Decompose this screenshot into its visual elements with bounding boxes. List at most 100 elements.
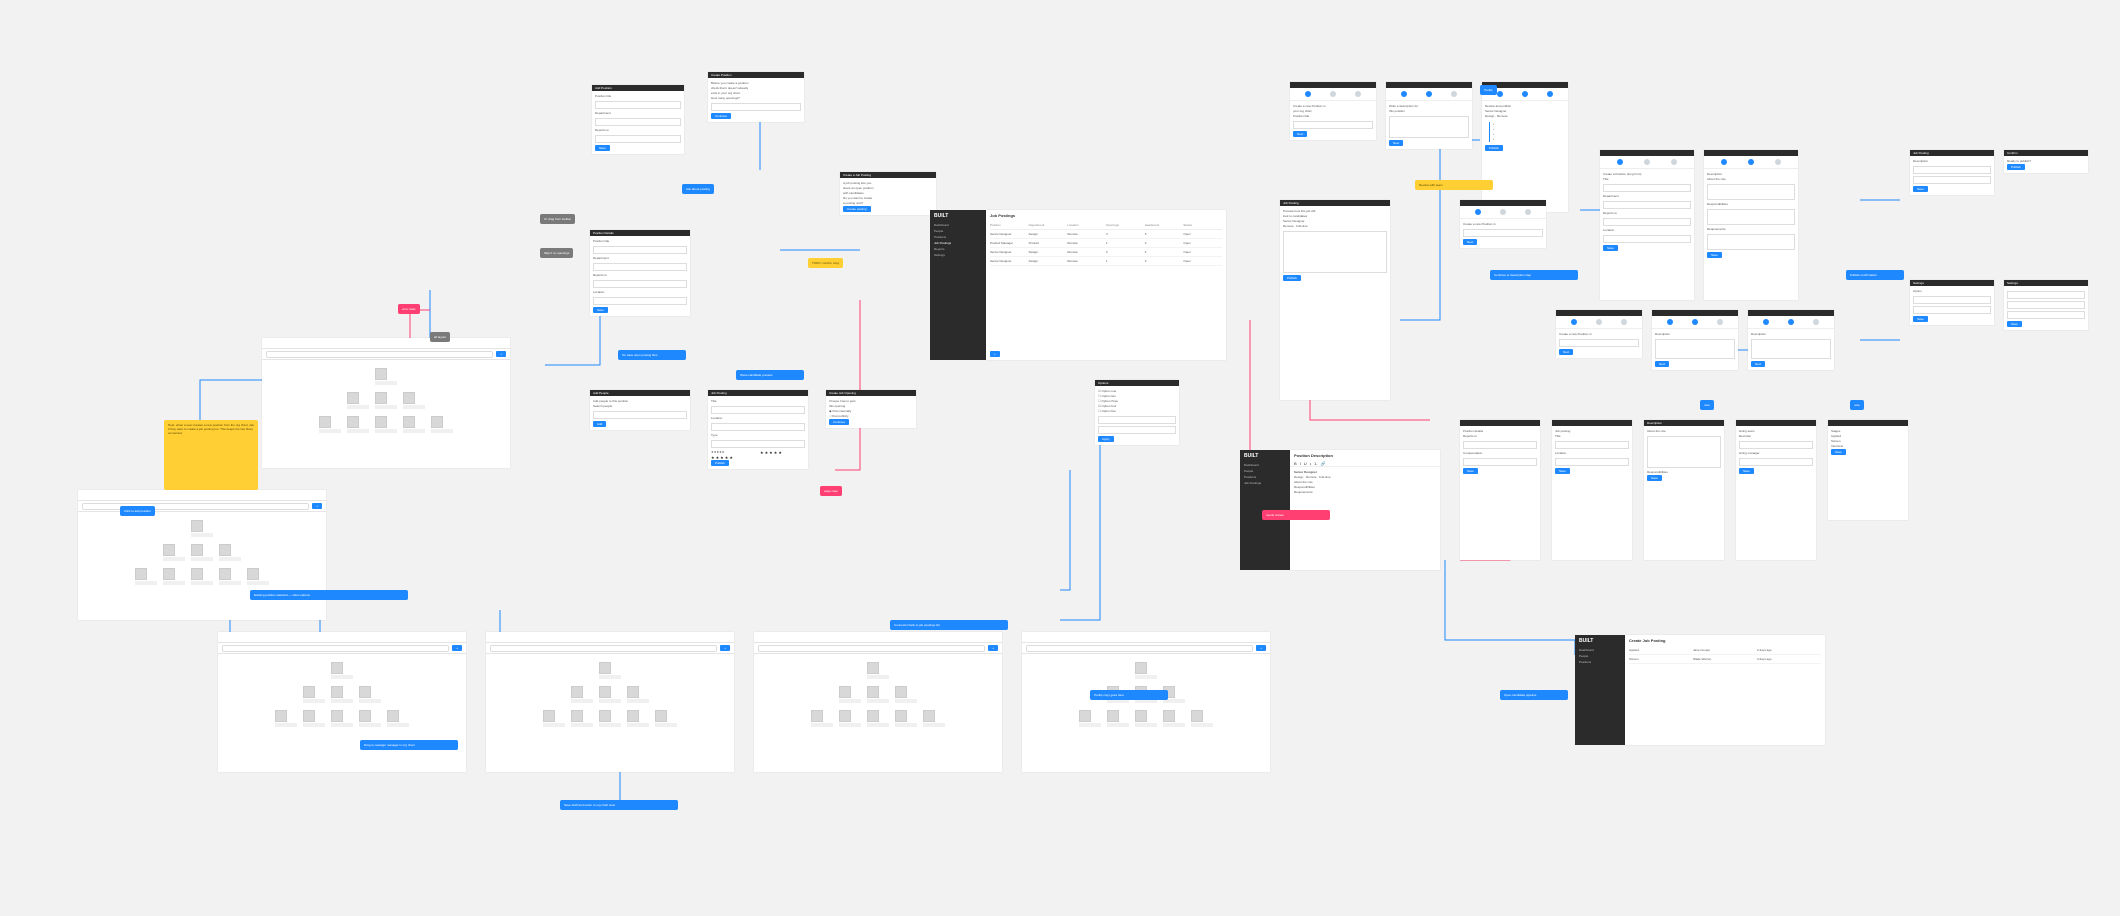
orgchart-browser[interactable]: + xyxy=(78,490,326,620)
sidebar-item[interactable]: Settings xyxy=(930,252,986,258)
artboard-side[interactable]: Job Posting DescriptionSave xyxy=(1910,150,1994,195)
sticky-note[interactable]: note xyxy=(1700,400,1714,410)
applicant-list[interactable]: Create Job Posting AppliedJane Cooper2 d… xyxy=(1625,635,1825,745)
textarea[interactable] xyxy=(1707,184,1795,200)
save-button[interactable]: Save xyxy=(2007,321,2022,327)
artboard-side[interactable]: Confirm Ready to publish?Publish xyxy=(2004,150,2088,173)
orgchart-browser[interactable]: + xyxy=(754,632,1002,772)
sticky-note[interactable]: Ask about posting xyxy=(682,184,714,194)
input[interactable] xyxy=(711,440,805,448)
add-button[interactable]: + xyxy=(720,645,730,651)
artboard-add-position[interactable]: Add Position Position title Department R… xyxy=(592,85,684,154)
input[interactable] xyxy=(1603,218,1691,226)
input[interactable] xyxy=(593,246,687,254)
next-button[interactable]: Next xyxy=(1655,361,1669,367)
input[interactable] xyxy=(2007,291,2085,299)
input[interactable] xyxy=(1559,339,1639,347)
save-button[interactable]: Save xyxy=(1913,186,1928,192)
orgchart[interactable] xyxy=(78,512,326,594)
input[interactable] xyxy=(711,406,805,414)
save-button[interactable]: Save xyxy=(1463,468,1478,474)
input[interactable] xyxy=(1555,441,1629,449)
input[interactable] xyxy=(593,297,687,305)
sticky-note[interactable]: Or drag from toolbar xyxy=(540,214,575,224)
save-button[interactable]: Save xyxy=(1707,252,1722,258)
artboard-add-people[interactable]: Add People Add people to this position S… xyxy=(590,390,690,430)
url-bar[interactable] xyxy=(1026,645,1253,652)
url-bar[interactable] xyxy=(758,645,985,652)
sticky-note[interactable]: Save draft and return to org chart view xyxy=(560,800,678,810)
artboard-job-posting-form[interactable]: Job Posting Title Location Type ★★★★★★★★… xyxy=(708,390,808,469)
draft-artboard[interactable]: Hiring teamRecruiterHiring managerSave xyxy=(1736,420,1816,560)
publish-button[interactable]: Publish xyxy=(1485,145,1503,151)
wizard-screen[interactable]: Create a new Position inNext xyxy=(1460,200,1546,248)
textarea[interactable] xyxy=(1389,116,1469,138)
next-button[interactable]: Next xyxy=(1559,349,1573,355)
input[interactable] xyxy=(1603,235,1691,243)
list-item[interactable]: ScreenWade Warren3 days ago xyxy=(1629,655,1821,664)
next-button[interactable]: Next xyxy=(1293,131,1307,137)
wizard-long-form[interactable]: Description About the role Responsibilit… xyxy=(1704,150,1798,300)
sticky-note[interactable]: Tooltip copy goes here xyxy=(1090,690,1168,700)
url-bar[interactable] xyxy=(266,351,493,358)
apply-button[interactable]: Apply xyxy=(1098,436,1114,442)
input[interactable] xyxy=(1739,441,1813,449)
wizard-screen[interactable]: Create a new Position in your org chart … xyxy=(1290,82,1376,140)
sticky-note[interactable]: note xyxy=(1850,400,1864,410)
input[interactable] xyxy=(1913,306,1991,314)
input[interactable] xyxy=(1463,441,1537,449)
textarea[interactable] xyxy=(1751,339,1831,359)
textarea[interactable] xyxy=(1655,339,1735,359)
save-button[interactable]: Save xyxy=(595,145,610,151)
save-button[interactable]: Save xyxy=(1647,475,1662,481)
underline-button[interactable]: U xyxy=(1304,461,1307,466)
save-button[interactable]: Save xyxy=(1555,468,1570,474)
publish-button[interactable]: Publish xyxy=(711,460,729,466)
input[interactable] xyxy=(1913,176,1991,184)
orgchart-browser[interactable]: + xyxy=(218,632,466,772)
input[interactable] xyxy=(711,423,805,431)
input[interactable] xyxy=(1603,184,1691,192)
textarea[interactable] xyxy=(1647,436,1721,468)
sticky-note[interactable]: Connector back to job postings list xyxy=(890,620,1008,630)
save-button[interactable]: Save xyxy=(593,307,608,313)
sticky-note[interactable]: Review with team xyxy=(1415,180,1493,190)
save-button[interactable]: Save xyxy=(1603,245,1618,251)
orgchart-browser[interactable]: + xyxy=(262,338,510,468)
sticky-note[interactable]: alt layout xyxy=(430,332,450,342)
add-button[interactable]: + xyxy=(496,351,506,357)
orgchart-browser[interactable]: + xyxy=(1022,632,1270,772)
sticky-note[interactable]: TODO: confirm copy xyxy=(808,258,843,268)
link-button[interactable]: 🔗 xyxy=(1320,461,1325,466)
sticky-note[interactable]: Skip if no openings xyxy=(540,248,573,258)
draft-artboard[interactable]: Job postingTitleLocationSave xyxy=(1552,420,1632,560)
input[interactable] xyxy=(595,135,681,143)
sticky-note[interactable]: Continue to description step xyxy=(1490,270,1578,280)
input[interactable] xyxy=(1913,296,1991,304)
input[interactable] xyxy=(595,101,681,109)
continue-button[interactable]: Continue xyxy=(711,113,731,119)
draft-artboard[interactable]: DescriptionAbout the roleResponsibilitie… xyxy=(1644,420,1724,560)
table-row[interactable]: Product ManagerProductRemote12Open xyxy=(990,239,1222,248)
sticky-note[interactable]: Note: when a user creates a new position… xyxy=(164,420,258,490)
add-button[interactable]: + xyxy=(1256,645,1266,651)
sticky-note[interactable]: Drag to reassign manager in org chart xyxy=(360,740,458,750)
sticky-note[interactable]: Existing position selected — show option… xyxy=(250,590,408,600)
bullet-button[interactable]: • xyxy=(1310,461,1311,466)
sticky-note[interactable]: Show candidate preview xyxy=(736,370,804,380)
table-row[interactable]: Senior DesignerDesignRemote35Open xyxy=(990,230,1222,239)
job-postings-panel[interactable]: Job Postings PositionDepartmentLocationO… xyxy=(986,210,1226,360)
draft-artboard[interactable]: Position detailsReports toCompensationSa… xyxy=(1460,420,1540,560)
input[interactable] xyxy=(2007,311,2085,319)
input[interactable] xyxy=(1739,458,1813,466)
textarea[interactable] xyxy=(1707,234,1795,250)
sticky-note[interactable]: needs review xyxy=(1262,510,1330,520)
input[interactable] xyxy=(593,280,687,288)
sticky-note[interactable]: error state xyxy=(398,304,420,314)
input[interactable] xyxy=(1463,229,1543,237)
input[interactable] xyxy=(595,118,681,126)
italic-button[interactable]: I xyxy=(1300,461,1301,466)
wizard-screen[interactable]: Create a new Position inNext xyxy=(1556,310,1642,358)
add-button[interactable]: + xyxy=(312,503,322,509)
wizard-screen[interactable]: Review and publish Senior Designer Desig… xyxy=(1482,82,1568,212)
